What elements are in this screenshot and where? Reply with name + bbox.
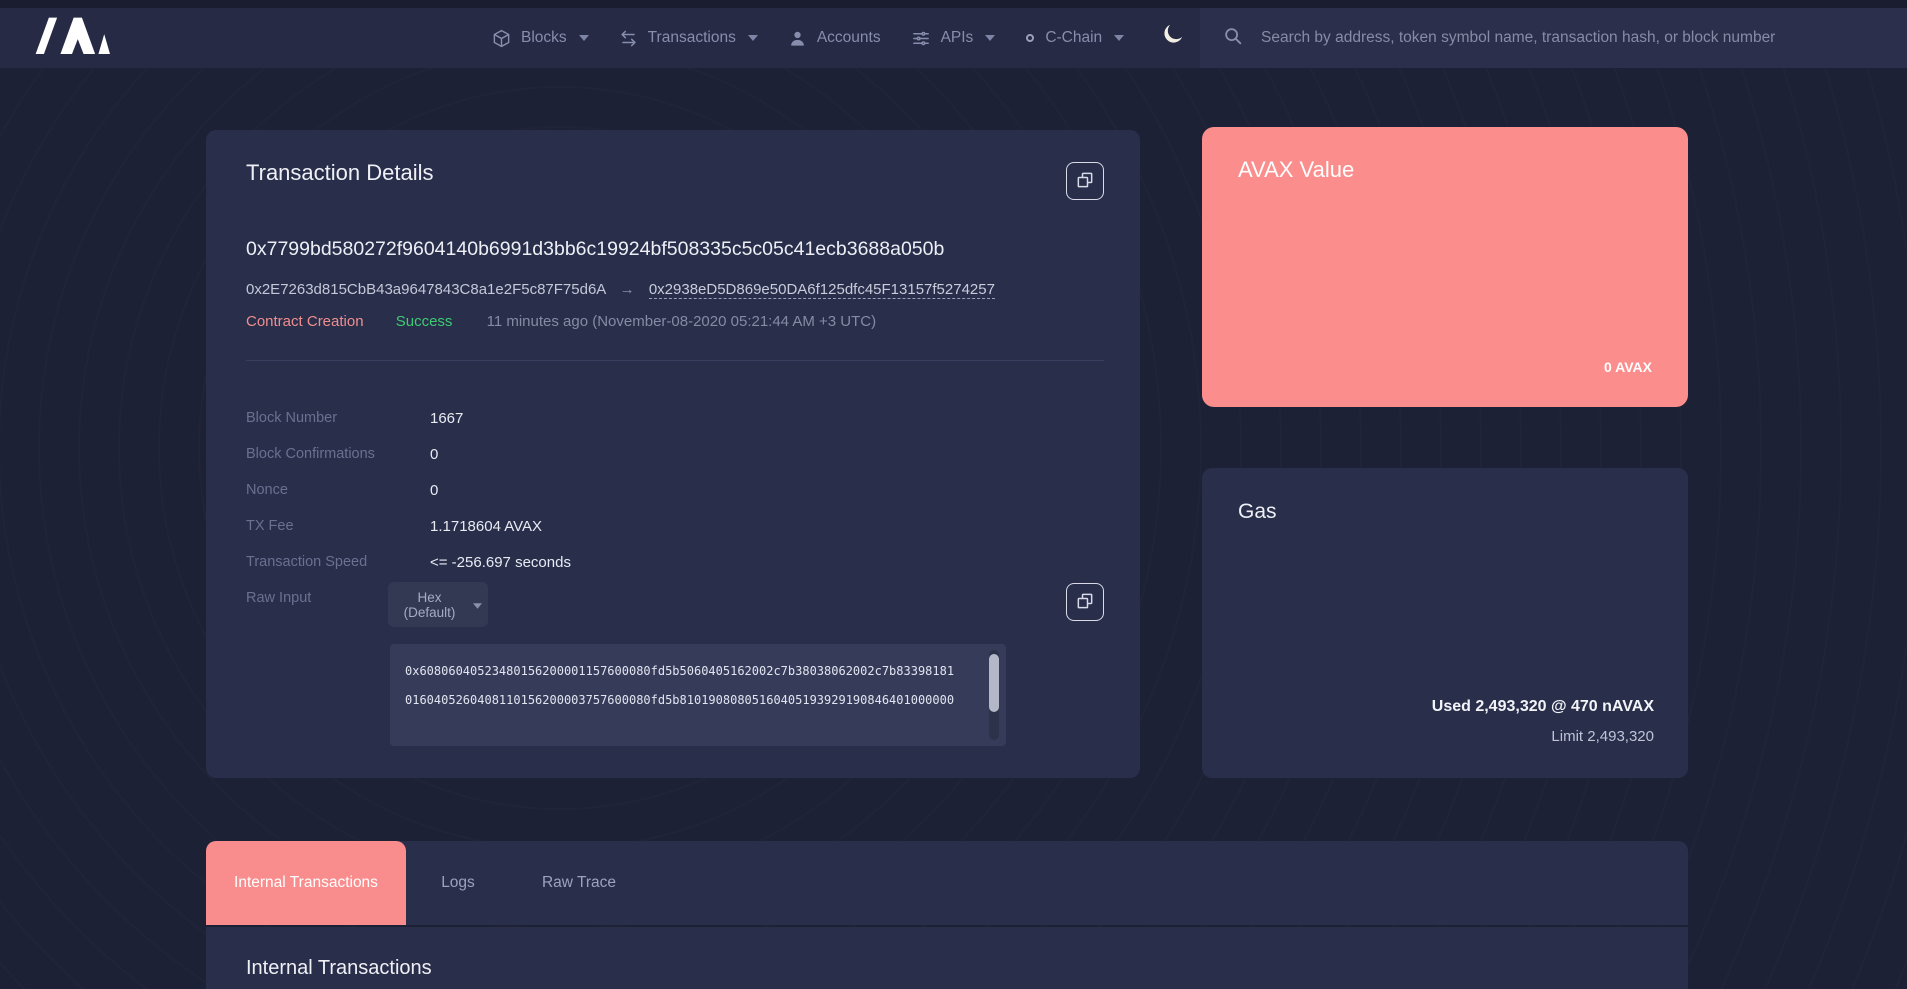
chevron-down-icon: [473, 597, 482, 612]
field-value: 0: [430, 482, 438, 499]
from-address: 0x2E7263d815CbB43a9647843C8a1e2F5c87F75d…: [246, 281, 605, 298]
nav-item-transactions[interactable]: Transactions: [619, 29, 758, 48]
person-icon: [788, 29, 807, 48]
tab-internal-transactions[interactable]: Internal Transactions: [206, 841, 406, 925]
field-value: 1667: [430, 410, 463, 427]
field-row-nonce: Nonce 0: [246, 472, 946, 508]
copy-icon: [1075, 591, 1095, 614]
to-address-link[interactable]: 0x2938eD5D869e50DA6f125dfc45F13157f52742…: [649, 281, 995, 299]
status-badge: Success: [396, 313, 453, 330]
chevron-down-icon: [1114, 35, 1124, 41]
navbar: Blocks Transactions: [0, 0, 1907, 68]
nav-label-apis: APIs: [941, 29, 974, 47]
nav-label-blocks: Blocks: [521, 29, 567, 47]
field-value: <= -256.697 seconds: [430, 554, 571, 571]
nav-item-chain-select[interactable]: C-Chain: [1025, 29, 1124, 47]
transaction-hash: 0x7799bd580272f9604140b6991d3bb6c19924bf…: [246, 238, 944, 261]
gas-limit-value: Limit 2,493,320: [1551, 728, 1654, 745]
sliders-icon: [911, 29, 931, 48]
scrollbar-thumb[interactable]: [989, 654, 999, 712]
page-title: Transaction Details: [246, 160, 433, 186]
search-input[interactable]: [1259, 28, 1863, 48]
field-row-block-confirmations: Block Confirmations 0: [246, 436, 946, 472]
detail-fields: Block Number 1667 Block Confirmations 0 …: [246, 400, 946, 580]
avax-value-card: AVAX Value 0 AVAX: [1202, 127, 1688, 407]
transaction-type-badge: Contract Creation: [246, 313, 364, 330]
dot-icon: [1025, 33, 1035, 43]
raw-input-hex-data[interactable]: 0x60806040523480156200001157600080fd5b50…: [390, 644, 1006, 746]
search-bar: [1200, 8, 1907, 68]
field-row-tx-fee: TX Fee 1.1718604 AVAX: [246, 508, 946, 544]
panel-heading: Internal Transactions: [246, 957, 432, 980]
from-to-row: 0x2E7263d815CbB43a9647843C8a1e2F5c87F75d…: [246, 281, 995, 298]
internal-transactions-panel: Internal Transactions: [206, 927, 1688, 989]
field-label: TX Fee: [246, 518, 430, 534]
tab-bar: Internal Transactions Logs Raw Trace: [206, 841, 1688, 925]
avax-value-amount: 0 AVAX: [1604, 359, 1652, 375]
cube-icon: [492, 29, 511, 48]
avalanche-logo[interactable]: [33, 16, 111, 59]
top-edge-strip: [0, 0, 1907, 8]
search-icon: [1222, 25, 1244, 52]
nav-item-blocks[interactable]: Blocks: [492, 29, 589, 48]
chevron-down-icon: [579, 35, 589, 41]
nav-label-c-chain: C-Chain: [1045, 29, 1102, 47]
copy-icon: [1075, 170, 1095, 193]
swap-arrows-icon: [619, 29, 638, 48]
timestamp: 11 minutes ago (November-08-2020 05:21:4…: [487, 313, 877, 330]
nav-label-transactions: Transactions: [648, 29, 736, 47]
raw-input-format-value: Hex (Default): [394, 590, 465, 620]
arrow-right-icon: →: [620, 281, 635, 298]
page: Blocks Transactions: [0, 0, 1907, 989]
nav-item-apis[interactable]: APIs: [911, 29, 996, 48]
nav-item-accounts[interactable]: Accounts: [788, 29, 881, 48]
field-label: Block Confirmations: [246, 446, 430, 462]
field-value: 1.1718604 AVAX: [430, 518, 542, 535]
hex-line: 0160405260408110156200003757600080fd5b81…: [405, 686, 966, 715]
avalanche-logo-icon: [33, 41, 111, 58]
field-value: 0: [430, 446, 438, 463]
gas-title: Gas: [1238, 500, 1277, 524]
field-row-transaction-speed: Transaction Speed <= -256.697 seconds: [246, 544, 946, 580]
copy-transaction-button[interactable]: [1066, 162, 1104, 200]
field-row-block-number: Block Number 1667: [246, 400, 946, 436]
field-label: Transaction Speed: [246, 554, 430, 570]
transaction-details-card: Transaction Details 0x7799bd580272f96041…: [206, 130, 1140, 778]
gas-card: Gas Used 2,493,320 @ 470 nAVAX Limit 2,4…: [1202, 468, 1688, 778]
tab-raw-trace[interactable]: Raw Trace: [510, 841, 648, 925]
raw-input-label: Raw Input: [246, 590, 311, 606]
avax-value-title: AVAX Value: [1238, 157, 1354, 183]
divider: [246, 360, 1104, 361]
main-nav: Blocks Transactions: [492, 8, 1124, 68]
raw-input-format-dropdown[interactable]: Hex (Default): [388, 582, 488, 627]
status-row: Contract Creation Success 11 minutes ago…: [246, 313, 876, 330]
gas-used-value: Used 2,493,320 @ 470 nAVAX: [1432, 698, 1654, 716]
tab-logs[interactable]: Logs: [406, 841, 510, 925]
chevron-down-icon: [748, 35, 758, 41]
moon-icon: [1160, 35, 1186, 50]
dark-mode-toggle[interactable]: [1158, 20, 1188, 50]
chevron-down-icon: [985, 35, 995, 41]
copy-raw-input-button[interactable]: [1066, 583, 1104, 621]
field-label: Block Number: [246, 410, 430, 426]
field-label: Nonce: [246, 482, 430, 498]
nav-label-accounts: Accounts: [817, 29, 881, 47]
hex-line: 0x60806040523480156200001157600080fd5b50…: [405, 657, 966, 686]
